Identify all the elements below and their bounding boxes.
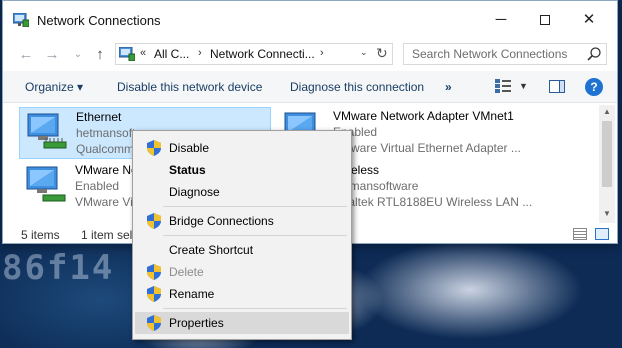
connection-device: Realtek RTL8188EU Wireless LAN ... [333,195,533,209]
menu-item-label: Delete [169,265,204,279]
address-bar[interactable]: « All C... › Network Connecti... › ⌄ ↻ [115,43,393,65]
scroll-up-arrow[interactable]: ▲ [599,107,615,116]
uac-shield-icon [147,264,161,280]
menu-item-delete[interactable]: Delete [135,261,349,283]
scroll-down-arrow[interactable]: ▼ [599,209,615,218]
breadcrumb-all-control-panel[interactable]: All C... [154,47,189,61]
search-icon[interactable] [586,46,602,62]
menu-item-create-shortcut[interactable]: Create Shortcut [135,239,349,261]
menu-item-label: Status [169,163,206,177]
menu-item-bridge-connections[interactable]: Bridge Connections [135,210,349,232]
connection-status: Enabled [75,179,120,193]
desktop-wallpaper-digits: 86f14 [2,248,115,288]
breadcrumb-separator[interactable]: › [198,47,202,59]
view-options-dropdown[interactable]: ▼ [519,81,528,91]
recent-locations-button[interactable]: ⌄ [67,45,89,65]
more-commands-button[interactable]: » [445,80,452,94]
preview-pane-icon[interactable] [549,80,565,93]
title-bar[interactable]: Network Connections ─ ✕ [3,1,617,39]
menu-item-label: Disable [169,141,210,155]
menu-item-label: Diagnose [169,185,220,199]
refresh-button[interactable]: ↻ [376,45,388,62]
breadcrumb-overflow[interactable]: « [140,47,146,59]
menu-item-label: Create Shortcut [169,243,254,257]
forward-button[interactable]: → [41,45,63,65]
breadcrumb-network-connections[interactable]: Network Connecti... [210,47,315,61]
tiles-view-icon[interactable] [595,228,609,240]
back-button[interactable]: ← [15,45,37,65]
network-folder-icon [119,47,135,61]
connection-name: VMware Network Adapter VMnet1 [333,109,514,123]
menu-item-rename[interactable]: Rename [135,283,349,305]
item-count: 5 items [21,228,60,242]
breadcrumb-separator[interactable]: › [320,47,324,59]
uac-shield-icon [147,140,161,156]
organize-button[interactable]: Organize ▾ [25,80,83,94]
minimize-button[interactable]: ─ [479,9,523,33]
disable-device-button[interactable]: Disable this network device [117,80,262,94]
menu-item-disable[interactable]: Disable [135,137,349,159]
scroll-thumb[interactable] [602,121,612,187]
network-folder-icon [13,13,29,27]
help-button[interactable]: ? [585,78,603,96]
maximize-icon [540,15,550,26]
close-button[interactable]: ✕ [567,9,611,33]
command-bar: Organize ▾ Disable this network device D… [3,71,617,103]
address-history-dropdown[interactable]: ⌄ [360,47,368,58]
context-menu: Disable Status Diagnose Bridge Connectio… [132,130,352,340]
menu-item-label: Properties [169,316,224,330]
menu-item-label: Bridge Connections [169,214,274,228]
menu-item-diagnose[interactable]: Diagnose [135,181,349,203]
connection-name: Ethernet [76,110,122,124]
menu-separator [163,206,347,207]
menu-item-properties[interactable]: Properties [135,312,349,334]
change-view-icon[interactable] [495,79,511,93]
window-title: Network Connections [37,13,161,28]
search-input[interactable]: Search Network Connections [403,43,607,65]
connection-device: VMware Virtual Ethernet Adapter ... [333,141,521,155]
uac-shield-icon [147,213,161,229]
network-adapter-icon [26,166,66,202]
menu-separator [163,235,347,236]
search-placeholder: Search Network Connections [412,47,568,61]
up-button[interactable]: ↑ [89,45,111,65]
vertical-scrollbar[interactable]: ▲ ▼ [599,105,615,223]
menu-separator [163,308,347,309]
maximize-button[interactable] [523,9,567,33]
menu-item-label: Rename [169,287,215,301]
network-adapter-icon [27,113,67,149]
details-view-icon[interactable] [573,228,587,240]
uac-shield-icon [147,315,161,331]
diagnose-connection-button[interactable]: Diagnose this connection [290,80,424,94]
uac-shield-icon [147,286,161,302]
menu-item-status[interactable]: Status [135,159,349,181]
